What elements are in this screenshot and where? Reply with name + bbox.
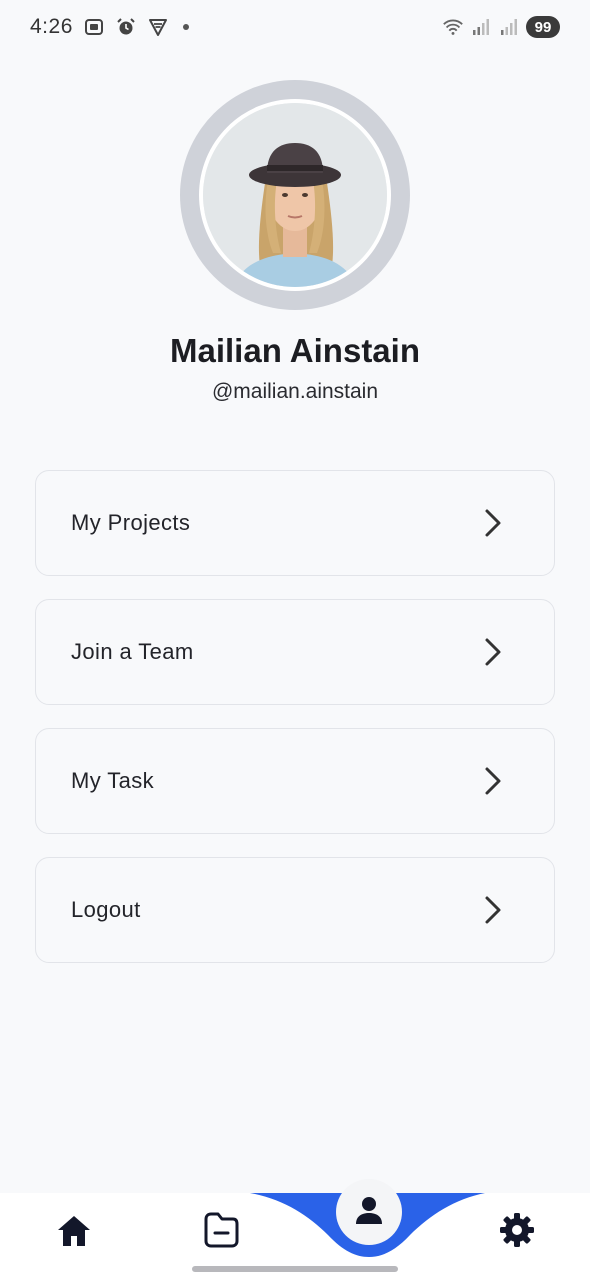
user-photo [203, 103, 387, 287]
status-left: 4:26 [30, 15, 189, 39]
profile-handle: @mailian.ainstain [211, 380, 379, 403]
folder-icon [202, 1211, 240, 1254]
vpn-icon [147, 16, 169, 38]
menu-item-my-projects[interactable]: My Projects [35, 470, 555, 576]
nav-home-button[interactable] [52, 1211, 96, 1255]
settings-icon [499, 1212, 535, 1253]
menu-item-label: Join a Team [71, 639, 194, 664]
menu-item-label: My Task [71, 768, 155, 793]
profile-icon [353, 1194, 385, 1231]
chevron-right-icon [484, 637, 504, 667]
nav-settings-button[interactable] [494, 1209, 540, 1255]
signal-icon [470, 16, 492, 38]
menu-item-my-task[interactable]: My Task [35, 728, 555, 834]
screenshot-icon [83, 16, 105, 38]
avatar-border [199, 99, 391, 291]
home-indicator[interactable] [192, 1266, 398, 1272]
status-bar: 4:26 99 [0, 0, 590, 54]
chevron-right-icon [484, 508, 504, 538]
menu-item-logout[interactable]: Logout [35, 857, 555, 963]
profile-screen: 4:26 99 Mailian Ainstain @mailian.ainsta… [0, 0, 590, 1280]
chevron-right-icon [484, 766, 504, 796]
wifi-icon [442, 16, 464, 38]
home-icon [56, 1214, 92, 1253]
profile-name: Mailian Ainstain [170, 332, 420, 369]
menu-item-label: My Projects [71, 510, 191, 535]
alarm-icon [115, 16, 137, 38]
nav-folder-button[interactable] [198, 1209, 244, 1255]
chevron-right-icon [484, 895, 504, 925]
nav-profile-button[interactable] [336, 1179, 402, 1245]
battery-indicator: 99 [526, 16, 560, 38]
status-right: 99 [442, 16, 560, 38]
notification-dot [182, 24, 189, 30]
avatar[interactable] [180, 80, 410, 310]
profile-menu: My Projects Join a Team My Task Logout [35, 470, 555, 986]
signal-icon [498, 16, 520, 38]
status-time: 4:26 [30, 15, 73, 38]
menu-item-join-a-team[interactable]: Join a Team [35, 599, 555, 705]
menu-item-label: Logout [71, 897, 141, 922]
